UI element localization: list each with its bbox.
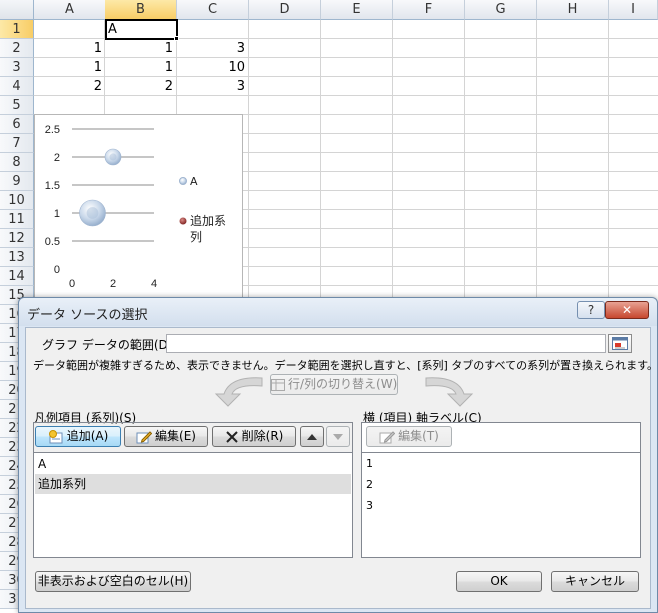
row-header[interactable]: 8 [0, 153, 34, 172]
move-up-button[interactable] [300, 426, 324, 447]
move-down-button[interactable] [326, 426, 350, 447]
axis-label-item: 3 [366, 499, 373, 512]
switch-row-column-button[interactable]: 行/列の切り替え(W) [270, 374, 398, 395]
range-warning-text: データ範囲が複雑すぎるため、表示できません。データ範囲を選択し直すと、[系列] … [33, 359, 658, 372]
dialog-body: グラフ データの範囲(D): データ範囲が複雑すぎるため、表示できません。データ… [25, 327, 658, 609]
switch-row-column-icon [271, 378, 285, 391]
row-header[interactable]: 11 [0, 210, 34, 229]
legend-entries-label: 凡例項目 (系列)(S) [34, 411, 137, 425]
edit-axis-labels-button[interactable]: 編集(T) [366, 426, 452, 447]
range-select-icon [612, 337, 628, 350]
select-data-source-dialog: データ ソースの選択 ? ✕ グラフ データの範囲(D): データ範囲が複雑すぎ… [18, 297, 658, 613]
fill-handle[interactable] [174, 36, 179, 41]
curved-arrow-left-icon [214, 377, 263, 407]
curved-arrow-right-icon [425, 377, 474, 407]
collapse-dialog-button[interactable] [608, 334, 632, 353]
series-item[interactable]: A [35, 454, 351, 474]
edit-series-button[interactable]: 編集(E) [124, 426, 208, 447]
row-header[interactable]: 13 [0, 248, 34, 267]
row-header[interactable]: 14 [0, 267, 34, 286]
hidden-empty-cells-button[interactable]: 非表示および空白のセル(H) [35, 571, 191, 592]
column-header[interactable]: I [609, 0, 658, 20]
ok-button[interactable]: OK [456, 571, 542, 592]
x-tick-label: 4 [151, 278, 157, 290]
axis-label-item: 2 [366, 478, 373, 491]
y-tick-label: 2 [54, 152, 60, 164]
legend-marker-a [179, 177, 187, 185]
column-header[interactable]: D [249, 0, 321, 20]
bubble-point-core [109, 153, 117, 161]
column-header[interactable]: F [393, 0, 465, 20]
cell-b3[interactable]: 1 [105, 58, 176, 77]
column-header[interactable]: H [537, 0, 609, 20]
row-header[interactable]: 3 [0, 58, 34, 77]
add-icon [48, 429, 63, 443]
y-tick-label: 2.5 [45, 124, 60, 136]
row-header[interactable]: 1 [0, 20, 34, 39]
dialog-titlebar[interactable]: データ ソースの選択 ? ✕ [19, 298, 657, 326]
cell-b2[interactable]: 1 [105, 39, 176, 58]
column-header[interactable]: A [34, 0, 106, 20]
row-header[interactable]: 10 [0, 191, 34, 210]
row-header[interactable]: 5 [0, 96, 34, 115]
row-header[interactable]: 9 [0, 172, 34, 191]
legend-label-added-series: 追加系 [190, 213, 226, 228]
y-tick-label: 1.5 [45, 180, 60, 192]
legend-marker-added-series [179, 217, 187, 225]
column-header[interactable]: B [105, 0, 177, 20]
active-cell-border [105, 19, 178, 40]
select-all-corner[interactable] [0, 0, 34, 20]
cell-a4[interactable]: 2 [34, 77, 105, 96]
cell-b4[interactable]: 2 [105, 77, 176, 96]
axis-labels-listbox[interactable]: 1 2 3 [361, 452, 641, 558]
legend-label-added-series: 列 [190, 230, 202, 244]
y-tick-label: 1 [54, 208, 60, 220]
column-header[interactable]: G [465, 0, 537, 20]
x-tick-label: 0 [69, 278, 75, 290]
axis-label-item: 1 [366, 457, 373, 470]
dialog-title: データ ソースの選択 [27, 308, 148, 323]
row-header[interactable]: 12 [0, 229, 34, 248]
bubble-chart[interactable]: 0 0.5 1 1.5 2 2.5 0 2 4 A 追加系列 [34, 114, 243, 304]
add-series-button[interactable]: 追加(A) [35, 426, 121, 447]
up-arrow-icon [307, 434, 317, 440]
row-header[interactable]: 7 [0, 134, 34, 153]
row-header[interactable]: 6 [0, 115, 34, 134]
edit-icon-disabled [379, 430, 396, 443]
chart-range-input[interactable] [166, 334, 606, 353]
close-button[interactable]: ✕ [605, 301, 649, 319]
edit-icon [136, 430, 153, 443]
y-tick-label: 0.5 [45, 236, 60, 248]
help-button[interactable]: ? [577, 301, 605, 319]
row-header[interactable]: 4 [0, 77, 34, 96]
cell-c4[interactable]: 3 [177, 77, 248, 96]
cell-a2[interactable]: 1 [34, 39, 105, 58]
x-tick-label: 2 [110, 278, 116, 290]
series-listbox[interactable]: A 追加系列 [33, 452, 353, 558]
delete-series-button[interactable]: 削除(R) [212, 426, 296, 447]
chart-range-label: グラフ データの範囲(D): [42, 338, 177, 352]
cell-a3[interactable]: 1 [34, 58, 105, 77]
legend-label-a: A [190, 175, 198, 188]
y-tick-label: 0 [54, 264, 60, 276]
row-header[interactable]: 2 [0, 39, 34, 58]
column-header[interactable]: C [177, 0, 249, 20]
down-arrow-icon [333, 434, 343, 440]
cell-c2[interactable]: 3 [177, 39, 248, 58]
column-header[interactable]: E [321, 0, 393, 20]
cell-c3[interactable]: 10 [177, 58, 248, 77]
cancel-button[interactable]: キャンセル [551, 571, 639, 592]
bubble-point-core [86, 207, 99, 219]
series-item-selected[interactable]: 追加系列 [35, 474, 351, 494]
chart-plot: 0 0.5 1 1.5 2 2.5 0 2 4 A 追加系列 [45, 124, 226, 290]
delete-icon [225, 430, 238, 443]
